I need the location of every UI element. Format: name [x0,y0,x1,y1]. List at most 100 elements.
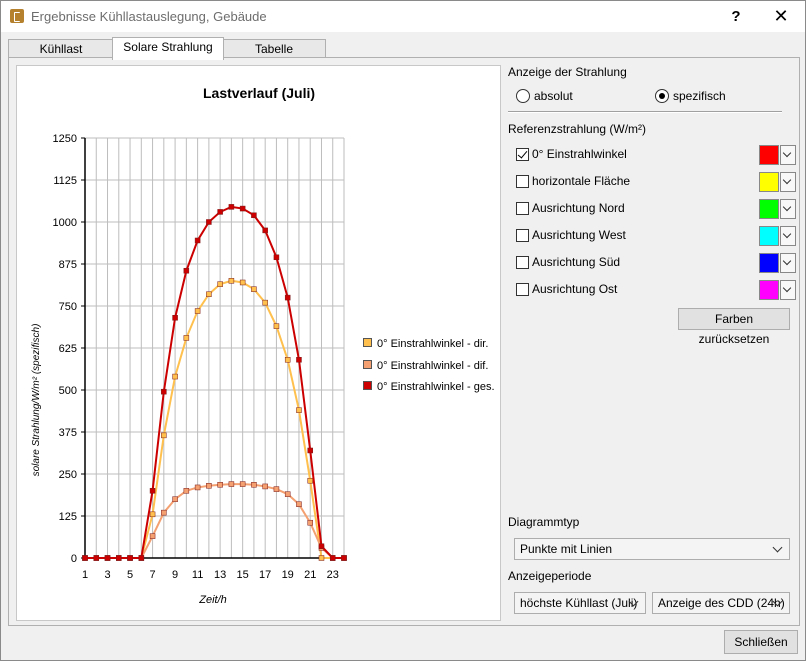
series-point-2 [127,555,133,561]
series-point-0 [183,335,190,341]
series-point-0 [262,299,268,306]
color-dropdown-button[interactable] [780,199,796,219]
chevron-down-icon [782,175,792,185]
app-logo-icon [10,9,24,23]
series-point-1 [262,483,268,490]
color-dropdown-button[interactable] [780,226,796,246]
series-point-2 [284,294,291,301]
series-point-2 [138,555,145,561]
series-point-2 [228,204,235,210]
chart-y-axis-label: solare Strahlung/W/m² (spezifisch) [31,324,42,477]
series-point-2 [262,227,268,234]
x-tick-label: 17 [259,569,271,581]
tab-solare-strahlung[interactable]: Solare Strahlung [112,37,224,60]
tab-tabelle[interactable]: Tabelle [222,39,326,59]
series-point-1 [273,486,280,492]
checkbox-0-einstrahlwinkel[interactable] [516,148,529,161]
series-point-2 [104,555,111,561]
x-tick-label: 5 [127,569,133,581]
period-value: höchste Kühllast (Juli) [520,596,638,610]
window-title: Ergebnisse Kühllastauslegung, Gebäude [31,9,267,24]
close-window-button[interactable]: ✕ [758,1,804,32]
series-point-0 [172,373,178,380]
mode-select[interactable]: Anzeige des CDD (24h) [652,592,790,614]
series-point-0 [251,286,257,292]
checkbox-label: Ausrichtung Nord [532,201,625,215]
radio-absolut-label: absolut [534,89,573,103]
mode-value: Anzeige des CDD (24h) [658,596,785,610]
series-point-2 [329,555,336,561]
title-bar: Ergebnisse Kühllastauslegung, Gebäude ? … [1,1,805,32]
series-point-0 [206,291,212,297]
legend-label: 0° Einstrahlwinkel - dif. [377,360,489,372]
series-point-1 [172,496,178,502]
x-tick-label: 3 [104,569,110,581]
y-tick-label: 250 [59,469,77,481]
series-point-0 [307,477,313,484]
series-point-2 [251,212,257,219]
series-point-2 [183,267,190,274]
reset-colors-button[interactable]: Farben zurücksetzen [678,308,790,346]
y-tick-label: 500 [59,385,77,397]
x-tick-label: 15 [237,569,249,581]
legend-item-dif: 0° Einstrahlwinkel - dif. [363,360,488,372]
series-point-0 [149,511,156,518]
close-button[interactable]: Schließen [724,630,798,654]
series-point-1 [194,484,201,491]
checkbox-horizontale-flaeche[interactable] [516,175,529,188]
series-point-1 [296,501,302,507]
color-swatch[interactable] [759,199,779,219]
x-tick-label: 11 [192,569,203,581]
x-tick-label: 9 [172,569,178,581]
radio-spezifisch[interactable] [655,89,669,103]
series-point-1 [161,509,167,516]
series-point-2 [318,543,325,549]
chevron-down-icon [782,256,792,266]
series-point-2 [239,205,246,212]
period-select[interactable]: höchste Kühllast (Juli) [514,592,646,614]
color-swatch[interactable] [759,253,779,273]
series-point-1 [206,483,212,489]
color-dropdown-button[interactable] [780,172,796,192]
color-dropdown-button[interactable] [780,280,796,300]
legend-item-dir: 0° Einstrahlwinkel - dir. [363,338,488,350]
color-swatch[interactable] [759,172,779,192]
reference-row-1: horizontale Fläche [516,172,796,192]
help-button[interactable]: ? [713,1,759,32]
checkbox-ausrichtung-ost[interactable] [516,283,529,296]
radio-absolut[interactable] [516,89,530,103]
color-dropdown-button[interactable] [780,145,796,165]
x-tick-label: 7 [150,569,156,581]
checkbox-label: Ausrichtung West [532,228,626,242]
series-point-2 [296,357,302,363]
x-tick-label: 13 [214,569,226,581]
x-tick-label: 21 [304,569,316,581]
color-dropdown-button[interactable] [780,253,796,273]
tab-kuehllast[interactable]: Kühllast [8,39,114,59]
reference-heading: Referenzstrahlung (W/m²) [508,122,647,136]
color-swatch[interactable] [759,226,779,246]
checkbox-ausrichtung-west[interactable] [516,229,529,242]
color-swatch[interactable] [759,145,779,165]
chevron-down-icon [772,542,783,553]
checkbox-ausrichtung-sued[interactable] [516,256,529,269]
color-swatch[interactable] [759,280,779,300]
series-point-1 [284,491,291,497]
diagram-type-select[interactable]: Punkte mit Linien [514,538,790,560]
chevron-down-icon [782,148,792,158]
checkbox-ausrichtung-nord[interactable] [516,202,529,215]
reference-row-3: Ausrichtung West [516,226,796,246]
display-period-heading: Anzeigeperiode [508,569,592,583]
y-tick-label: 375 [59,427,77,439]
series-point-1 [149,533,156,539]
divider [508,111,782,112]
series-point-0 [273,323,280,329]
series-point-0 [296,407,302,413]
series-point-2 [93,555,100,561]
radiation-display-heading: Anzeige der Strahlung [508,65,627,79]
series-line-2 [85,205,344,559]
checkbox-label: Ausrichtung Süd [532,255,621,269]
diagram-type-value: Punkte mit Linien [520,542,613,556]
series-point-0 [318,555,325,561]
series-point-1 [307,519,313,526]
